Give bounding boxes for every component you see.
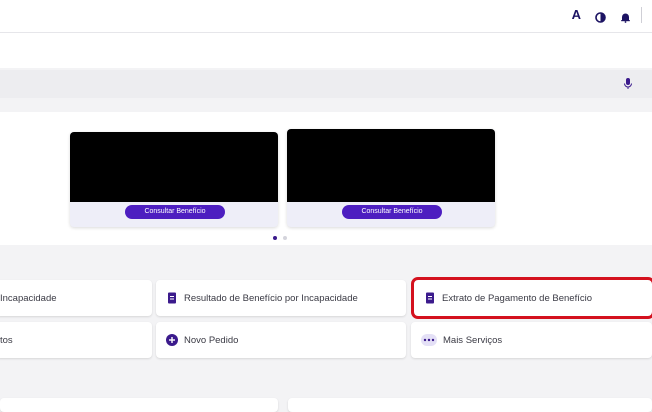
benefit-carousel: Consultar Benefício Consultar Benefício <box>0 112 652 245</box>
microphone-icon[interactable] <box>622 76 634 92</box>
service-incapacidade[interactable]: Incapacidade <box>0 280 152 316</box>
service-mais-servicos[interactable]: Mais Serviços <box>411 322 652 358</box>
service-novo-pedido[interactable]: Novo Pedido <box>156 322 406 358</box>
carousel-dot[interactable] <box>273 236 277 240</box>
document-icon <box>166 292 178 304</box>
service-label: Extrato de Pagamento de Benefício <box>442 292 592 304</box>
benefit-card[interactable]: Consultar Benefício <box>287 129 495 227</box>
service-label: Novo Pedido <box>184 334 239 346</box>
service-tos[interactable]: tos <box>0 322 152 358</box>
search-bar[interactable] <box>0 70 652 98</box>
carousel-pagination <box>273 236 287 240</box>
toolbar-divider <box>641 7 642 23</box>
service-resultado-beneficio[interactable]: Resultado de Benefício por Incapacidade <box>156 280 406 316</box>
contrast-icon[interactable] <box>595 10 606 23</box>
document-icon <box>424 292 436 304</box>
service-label: Incapacidade <box>0 292 57 304</box>
more-icon <box>421 334 437 346</box>
font-size-button[interactable]: A <box>572 6 581 24</box>
top-toolbar: A <box>572 6 642 24</box>
consult-benefit-button[interactable]: Consultar Benefício <box>342 205 442 219</box>
consult-benefit-button[interactable]: Consultar Benefício <box>125 205 225 219</box>
service-label: tos <box>0 334 13 346</box>
header-band <box>0 33 652 68</box>
bottom-card[interactable] <box>288 398 652 412</box>
bell-icon[interactable] <box>620 10 631 23</box>
service-extrato-pagamento[interactable]: Extrato de Pagamento de Benefício <box>411 277 652 319</box>
bottom-card[interactable] <box>0 398 278 412</box>
service-label: Mais Serviços <box>443 334 503 346</box>
plus-circle-icon <box>166 334 178 346</box>
top-bar: A <box>0 0 652 33</box>
benefit-card-image <box>287 129 495 202</box>
benefit-card[interactable]: Consultar Benefício <box>70 132 278 227</box>
service-label: Resultado de Benefício por Incapacidade <box>184 292 358 304</box>
carousel-dot[interactable] <box>283 236 287 240</box>
benefit-card-image <box>70 132 278 202</box>
